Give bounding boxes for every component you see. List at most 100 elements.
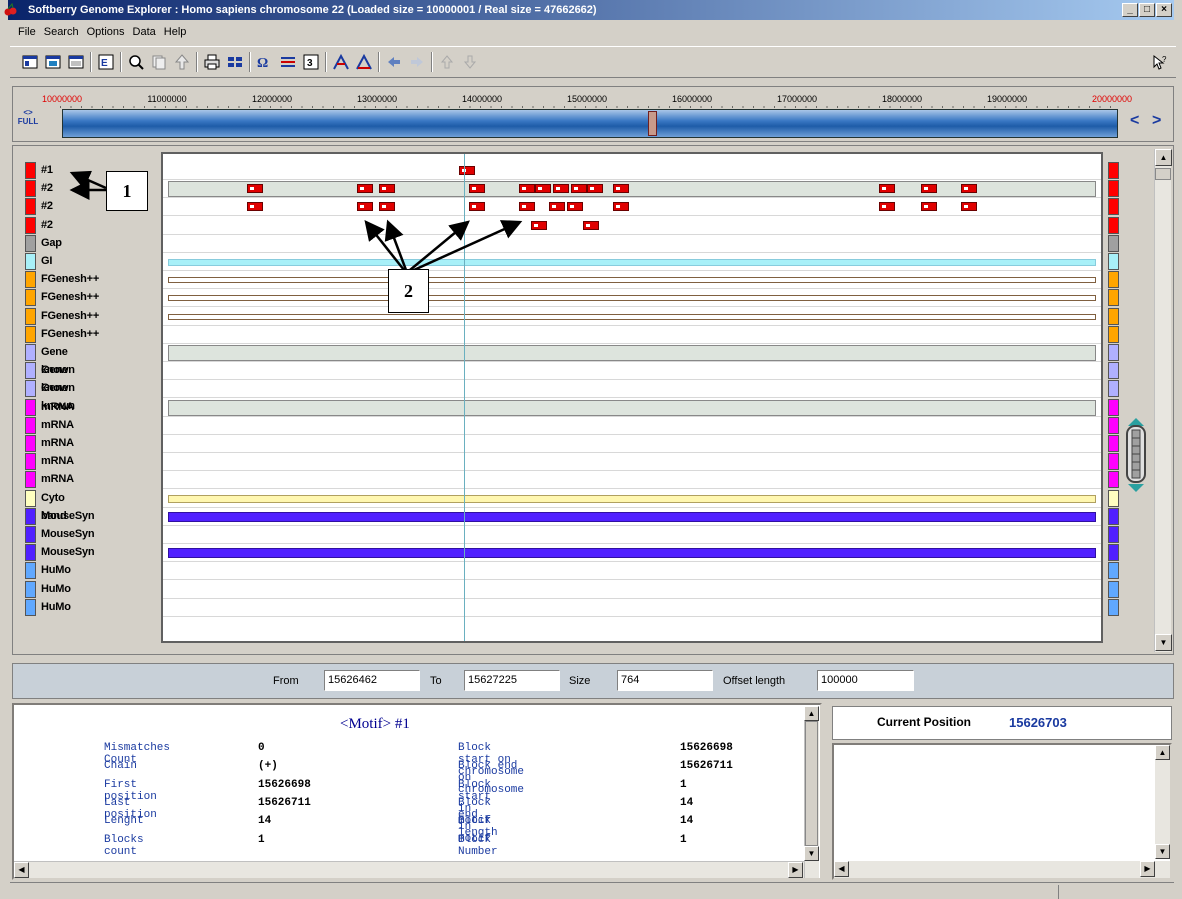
pos-scroll-up-button[interactable]: ▲ [1155,745,1170,760]
track-label[interactable]: HuMo [41,580,71,598]
size-input[interactable]: 764 [617,670,713,691]
print-icon[interactable] [202,52,222,72]
track-label[interactable]: Gene known [41,343,75,376]
track-label[interactable]: MouseSyn [41,507,95,525]
menu-help[interactable]: Help [160,22,191,42]
track-label[interactable]: mRNA [41,434,74,452]
motif-feature[interactable] [921,184,937,194]
find-motif-icon[interactable]: Ω [255,52,275,72]
number-icon[interactable]: 3 [301,52,321,72]
info-scroll-left-button[interactable]: ◀ [14,862,29,878]
close-button[interactable]: × [1156,3,1172,17]
track-bar[interactable] [168,494,1096,503]
position-list[interactable] [832,743,1172,880]
help-icon[interactable]: ? [1150,52,1170,72]
track-label[interactable]: GI [41,252,52,270]
motif-feature[interactable] [613,184,629,194]
track-label[interactable]: FGenesh++ [41,288,99,306]
export-icon[interactable]: E [96,52,116,72]
copy-icon[interactable] [149,52,169,72]
track-bar[interactable] [168,548,1096,559]
track-label[interactable]: FGenesh++ [41,307,99,325]
motif-feature[interactable] [879,202,895,212]
motif-feature[interactable] [553,184,569,194]
pos-scroll-right-button[interactable]: ▶ [1140,861,1155,877]
save-icon[interactable] [43,52,63,72]
zoom-wheel-icon[interactable] [1124,418,1148,492]
maximize-button[interactable]: □ [1139,3,1155,17]
open-icon[interactable] [20,52,40,72]
to-input[interactable]: 15627225 [464,670,560,691]
track-label[interactable]: mRNA [41,452,74,470]
region-slider-thumb[interactable] [648,111,657,136]
forward-icon[interactable] [407,52,427,72]
track-label[interactable]: HuMo [41,598,71,616]
pos-hscrollbar[interactable]: ◀ ▶ [834,861,1170,878]
track-label[interactable]: MouseSyn [41,525,95,543]
track-label[interactable]: mRNA [41,416,74,434]
track-bar[interactable] [168,345,1096,361]
motif-feature[interactable] [961,184,977,194]
window-icon[interactable] [66,52,86,72]
pos-scroll-left-button[interactable]: ◀ [834,861,849,877]
menu-file[interactable]: File [14,22,40,42]
info-scroll-down-button[interactable]: ▼ [804,846,819,861]
info-scroll-up-button[interactable]: ▲ [804,706,819,721]
info-scrollbar-thumb[interactable] [805,721,818,846]
track-bar[interactable] [168,399,1096,416]
motif-feature[interactable] [613,202,629,212]
track-bar[interactable] [168,511,1096,522]
track-label[interactable]: mRNA [41,398,74,416]
scroll-right-button[interactable]: > [1152,112,1161,130]
motif-feature[interactable] [961,202,977,212]
from-input[interactable]: 15626462 [324,670,420,691]
region-slider[interactable] [62,109,1118,138]
scroll-up-button[interactable]: ▲ [1155,149,1172,166]
menu-search[interactable]: Search [40,22,83,42]
up-arrow-icon[interactable] [437,52,457,72]
pos-vscrollbar[interactable]: ▲ ▼ [1155,745,1170,859]
vertical-scrollbar[interactable]: ▲ ▼ [1154,149,1172,652]
align-icon[interactable] [331,52,351,72]
align2-icon[interactable] [354,52,374,72]
pos-scroll-down-button[interactable]: ▼ [1155,844,1170,859]
track-label[interactable]: #1 [41,161,53,179]
info-scroll-right-button[interactable]: ▶ [788,862,803,878]
back-icon[interactable] [384,52,404,72]
motif-feature[interactable] [549,202,565,212]
up-icon[interactable] [172,52,192,72]
track-bar[interactable] [168,313,1096,320]
list-icon[interactable] [278,52,298,72]
minimize-button[interactable]: _ [1122,3,1138,17]
offset-input[interactable]: 100000 [817,670,914,691]
motif-feature[interactable] [571,184,587,194]
track-label[interactable]: #2 [41,216,53,234]
track-label[interactable]: Cyto band [41,489,67,522]
track-bar[interactable] [168,295,1096,302]
settings-icon[interactable] [225,52,245,72]
scroll-down-button[interactable]: ▼ [1155,634,1172,651]
zoom-icon[interactable] [126,52,146,72]
menu-data[interactable]: Data [129,22,160,42]
track-label[interactable]: Gene known [41,379,75,412]
menu-options[interactable]: Options [83,22,129,42]
info-vscrollbar[interactable]: ▲ ▼ [804,706,819,878]
motif-feature[interactable] [587,184,603,194]
track-label[interactable]: mRNA [41,470,74,488]
motif-feature[interactable] [921,202,937,212]
scrollbar-thumb[interactable] [1155,168,1171,180]
motif-feature[interactable] [879,184,895,194]
track-label[interactable]: #2 [41,179,53,197]
track-label[interactable]: FGenesh++ [41,325,99,343]
track-label[interactable]: MouseSyn [41,543,95,561]
track-label[interactable]: Gene known [41,361,75,394]
track-label[interactable]: Gap [41,234,62,252]
down-arrow-icon[interactable] [460,52,480,72]
motif-feature[interactable] [583,220,599,230]
track-label[interactable]: #2 [41,197,53,215]
motif-feature[interactable] [567,202,583,212]
full-view-button[interactable]: <> FULL [16,108,40,134]
track-label[interactable]: HuMo [41,561,71,579]
info-hscrollbar[interactable]: ◀ ▶ [14,861,804,878]
scroll-left-button[interactable]: < [1130,112,1139,130]
